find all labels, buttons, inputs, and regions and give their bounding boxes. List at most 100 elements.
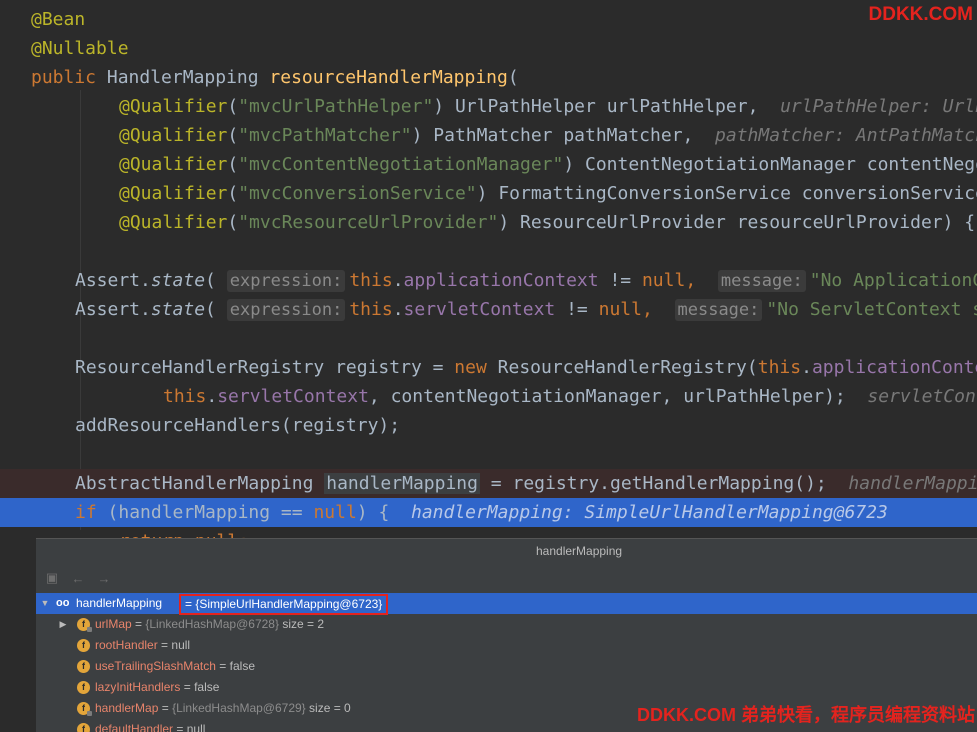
param-name-hint: expression:	[226, 299, 346, 321]
inline-value-hint: urlPathHelper: UrlPathHelper	[780, 96, 977, 117]
param-decl: ) UrlPathHelper urlPathHelper,	[433, 96, 759, 117]
code-line-18-current: if (handlerMapping == null) { handlerMap…	[0, 498, 977, 527]
watermark-top: DDKK.COM	[868, 4, 974, 25]
field-name: useTrailingSlashMatch	[95, 659, 216, 673]
field-icon: f	[77, 681, 90, 694]
code-line-3: public HandlerMapping resourceHandlerMap…	[0, 63, 977, 92]
collapsed-arrow-icon[interactable]: ▶	[58, 614, 68, 635]
field-ref: applicationContext	[403, 270, 599, 291]
watch-glasses-icon: oo	[56, 597, 70, 609]
assert-class: Assert.	[75, 270, 151, 291]
field-size: size = 0	[305, 701, 351, 715]
keyword-null: null	[641, 270, 686, 291]
watermark-bottom: DDKK.COM 弟弟快看，程序员编程资料站	[637, 705, 975, 725]
assert-class: Assert.	[75, 299, 151, 320]
keyword-this: this	[163, 386, 207, 407]
string-literal: "mvcResourceUrlProvider"	[238, 212, 499, 233]
keyword-this: this	[349, 270, 393, 291]
param-decl: ) ResourceUrlProvider resourceUrlProvide…	[498, 212, 976, 233]
string-literal: "mvcConversionService"	[238, 183, 477, 204]
param-decl: ) PathMatcher pathMatcher,	[411, 125, 694, 146]
code-line-7: @Qualifier("mvcConversionService") Forma…	[0, 179, 977, 208]
param-name-hint: message:	[717, 270, 806, 292]
keyword-if: if	[75, 502, 97, 523]
tree-root-row[interactable]: ▼ oo handlerMapping = {SimpleUrlHandlerM…	[36, 593, 977, 615]
inline-value-hint: servletContext: ApplicationContextFacade	[867, 386, 977, 407]
param-name-hint: expression:	[226, 270, 346, 292]
tree-row-roothandler[interactable]: f rootHandler = null	[36, 635, 977, 656]
annotation-bean: @Bean	[31, 9, 86, 30]
code-line-2: @Nullable	[0, 34, 977, 63]
code-line-8: @Qualifier("mvcResourceUrlProvider") Res…	[119, 212, 976, 233]
tree-row-urlmap[interactable]: ▶ f urlMap = {LinkedHashMap@6728} size =…	[36, 614, 977, 635]
field-ref: applicationContext	[811, 357, 977, 378]
method-name: resourceHandlerMapping	[269, 67, 508, 88]
qualifier-annotation: @Qualifier	[119, 96, 228, 117]
operator: !=	[555, 299, 599, 320]
root-var-value: = {SimpleUrlHandlerMapping@6723}	[179, 594, 389, 615]
forward-arrow-icon[interactable]: →	[96, 570, 112, 586]
popup-title: handlerMapping	[536, 544, 623, 558]
root-var-name: handlerMapping	[76, 596, 163, 610]
equals: =	[157, 638, 172, 652]
string-literal: "mvcUrlPathHelper"	[238, 96, 434, 117]
tree-row-lazyinithandlers[interactable]: f lazyInitHandlers = false	[36, 677, 977, 698]
code-line-14: this.servletContext, contentNegotiationM…	[0, 382, 977, 411]
assert-method: state	[150, 299, 206, 320]
qualifier-annotation: @Qualifier	[119, 125, 228, 146]
code-line-10: Assert.state( expression: this.applicatio…	[0, 266, 977, 295]
field-name: handlerMap	[95, 701, 159, 715]
field-ref: servletContext	[217, 386, 369, 407]
tree-row-usetrailingslashmatch[interactable]: f useTrailingSlashMatch = false	[36, 656, 977, 677]
condition: (handlerMapping ==	[96, 502, 314, 523]
comma: ,	[641, 299, 653, 320]
keyword-this: this	[349, 299, 393, 320]
equals: =	[158, 701, 173, 715]
keyword-this: this	[757, 357, 802, 378]
annotation-nullable: @Nullable	[31, 38, 129, 59]
string-literal: "No ApplicationContext set");	[809, 270, 977, 291]
expanded-arrow-icon[interactable]: ▼	[40, 593, 50, 614]
field-icon: f	[77, 639, 90, 652]
param-name-hint: message:	[674, 299, 763, 321]
code-line-5: @Qualifier("mvcPathMatcher") PathMatcher…	[0, 121, 977, 150]
popup-toolbar: ▣ ← →	[36, 563, 977, 593]
equals: =	[215, 659, 230, 673]
field-icon: f	[77, 702, 92, 716]
field-value: false	[229, 659, 255, 673]
copy-icon[interactable]: ▣	[44, 570, 60, 586]
return-type: HandlerMapping	[96, 67, 270, 88]
code-line-13: ResourceHandlerRegistry registry = new R…	[0, 353, 977, 382]
field-name: rootHandler	[95, 638, 158, 652]
qualifier-annotation: @Qualifier	[119, 183, 228, 204]
inline-value-hint: pathMatcher: AntPathMatcher	[693, 125, 977, 146]
code-line-6: @Qualifier("mvcContentNegotiationManager…	[0, 150, 977, 179]
keyword-null: null	[598, 299, 642, 320]
comma: ,	[685, 270, 697, 291]
field-name: urlMap	[95, 617, 132, 631]
field-name: lazyInitHandlers	[95, 680, 181, 694]
code-line-1: @Bean	[0, 5, 977, 34]
field-value: null	[171, 638, 191, 652]
field-ref: servletContext	[403, 299, 556, 320]
keyword-public: public	[31, 67, 97, 88]
back-arrow-icon[interactable]: ←	[70, 570, 86, 586]
assert-method: state	[150, 270, 206, 291]
field-value: {LinkedHashMap@6729}	[172, 701, 306, 715]
keyword-null: null	[313, 502, 357, 523]
registry-decl: ResourceHandlerRegistry registry =	[75, 357, 455, 378]
highlighted-variable: handlerMapping	[324, 473, 480, 494]
code-editor[interactable]: @Bean @Nullable public HandlerMapping re…	[0, 0, 977, 540]
field-value: {LinkedHashMap@6728}	[145, 617, 279, 631]
operator: !=	[598, 270, 642, 291]
code-line-17: AbstractHandlerMapping handlerMapping = …	[0, 469, 977, 498]
param-decl: ) ContentNegotiationManager contentNegot…	[563, 154, 977, 175]
inline-value-hint: handlerMapping: SimpleUrlHandlerMapping@…	[848, 473, 977, 494]
equals: =	[131, 617, 146, 631]
param-decl: ) FormattingConversionService conversion…	[476, 183, 977, 204]
code-line-11: Assert.state( expression: this.servletCon…	[0, 295, 977, 324]
brace: ) {	[356, 502, 390, 523]
paren: (	[507, 67, 519, 88]
qualifier-annotation: @Qualifier	[119, 154, 228, 175]
string-literal: "mvcContentNegotiationManager"	[238, 154, 564, 175]
